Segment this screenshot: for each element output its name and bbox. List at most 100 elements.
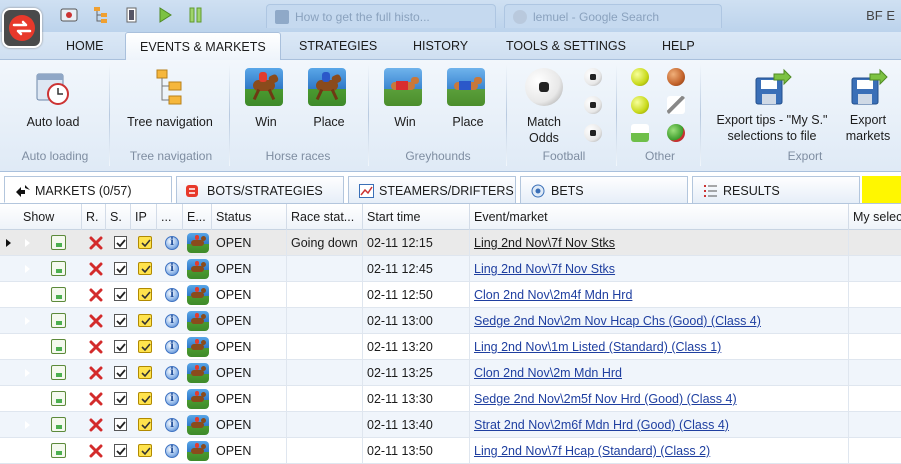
remove-x-icon[interactable] (89, 392, 103, 406)
tree-icon[interactable] (92, 6, 110, 24)
info-icon[interactable]: i (165, 418, 179, 432)
col-status[interactable]: Status (212, 204, 287, 230)
app-logo[interactable] (2, 8, 42, 48)
expand-arrow-icon[interactable] (24, 394, 30, 404)
table-row[interactable]: i OPEN 02-11 13:40 Strat 2nd Nov\2m6f Mdn H… (0, 412, 901, 438)
in-play-icon[interactable] (138, 288, 152, 301)
tree-navigation-button[interactable]: Tree navigation (122, 68, 218, 130)
dashboard-icon[interactable] (60, 6, 78, 24)
table-row[interactable]: i OPEN 02-11 13:50 Ling 2nd Nov\7f Hcap (St… (0, 438, 901, 464)
tab-tools-settings[interactable]: TOOLS & SETTINGS (506, 39, 626, 53)
tab-events-markets[interactable]: EVENTS & MARKETS (125, 32, 281, 61)
in-play-icon[interactable] (138, 236, 152, 249)
expand-arrow-icon[interactable] (24, 420, 30, 430)
table-row[interactable]: i OPEN 02-11 13:30 Sedge 2nd Nov\2m5f Nov H… (0, 386, 901, 412)
col-r[interactable]: R. (82, 204, 106, 230)
table-row[interactable]: i OPEN 02-11 13:20 Ling 2nd Nov\1m Listed (… (0, 334, 901, 360)
checkbox-checked-icon[interactable] (114, 262, 127, 275)
event-market-link[interactable]: Ling 2nd Nov\1m Listed (Standard) (Class… (470, 334, 849, 360)
col-my-selection[interactable]: My selec (849, 204, 901, 230)
football-small-icon[interactable] (584, 68, 602, 86)
expand-arrow-icon[interactable] (24, 446, 30, 456)
cricket-icon[interactable] (667, 96, 685, 114)
expand-arrow-icon[interactable] (24, 342, 30, 352)
remove-x-icon[interactable] (89, 288, 103, 302)
info-icon[interactable]: i (165, 366, 179, 380)
tennis-ball-icon[interactable] (631, 96, 649, 114)
event-market-link[interactable]: Ling 2nd Nov\7f Nov Stks (470, 230, 849, 256)
horse-win-button[interactable]: Win (245, 68, 287, 130)
horse-place-button[interactable]: Place (308, 68, 350, 130)
info-icon[interactable]: i (165, 392, 179, 406)
remove-x-icon[interactable] (89, 236, 103, 250)
col-info[interactable]: ... (157, 204, 183, 230)
event-market-link[interactable]: Clon 2nd Nov\2m Mdn Hrd (470, 360, 849, 386)
expand-arrow-icon[interactable] (24, 368, 30, 378)
table-row[interactable]: i OPEN 02-11 12:50 Clon 2nd Nov\2m4f Mdn Hr… (0, 282, 901, 308)
show-market-icon[interactable] (51, 443, 66, 458)
event-market-link[interactable]: Sedge 2nd Nov\2m Nov Hcap Chs (Good) (Cl… (470, 308, 849, 334)
other-sport-icon[interactable] (667, 124, 685, 142)
checkbox-checked-icon[interactable] (114, 314, 127, 327)
info-icon[interactable]: i (165, 262, 179, 276)
in-play-icon[interactable] (138, 314, 152, 327)
football-small-icon[interactable] (584, 96, 602, 114)
tab-steamers-drifters[interactable]: STEAMERS/DRIFTERS (348, 176, 516, 203)
checkbox-checked-icon[interactable] (114, 444, 127, 457)
tab-bots-strategies[interactable]: BOTS/STRATEGIES (176, 176, 344, 203)
remove-x-icon[interactable] (89, 444, 103, 458)
expand-arrow-icon[interactable] (24, 316, 30, 326)
in-play-icon[interactable] (138, 366, 152, 379)
info-icon[interactable]: i (165, 236, 179, 250)
pause-icon[interactable] (187, 6, 205, 24)
browser-tab-2[interactable]: lemuel - Google Search (504, 4, 722, 28)
col-show[interactable]: Show (18, 204, 82, 230)
tab-strategies[interactable]: STRATEGIES (299, 39, 377, 53)
show-market-icon[interactable] (51, 391, 66, 406)
tab-results[interactable]: RESULTS (692, 176, 860, 203)
tab-bets[interactable]: BETS (520, 176, 688, 203)
golf-icon[interactable] (631, 124, 649, 142)
remove-x-icon[interactable] (89, 262, 103, 276)
event-market-link[interactable]: Strat 2nd Nov\2m6f Mdn Hrd (Good) (Class… (470, 412, 849, 438)
remove-x-icon[interactable] (89, 418, 103, 432)
greyhound-win-button[interactable]: Win (384, 68, 426, 130)
checkbox-checked-icon[interactable] (114, 418, 127, 431)
event-market-link[interactable]: Ling 2nd Nov\7f Nov Stks (470, 256, 849, 282)
col-event-type[interactable]: E... (183, 204, 212, 230)
expand-arrow-icon[interactable] (24, 290, 30, 300)
show-market-icon[interactable] (51, 287, 66, 302)
show-market-icon[interactable] (51, 339, 66, 354)
show-market-icon[interactable] (51, 261, 66, 276)
stop-icon[interactable] (123, 6, 141, 24)
info-icon[interactable]: i (165, 314, 179, 328)
show-market-icon[interactable] (51, 365, 66, 380)
col-ip[interactable]: IP (131, 204, 157, 230)
info-icon[interactable]: i (165, 444, 179, 458)
col-race-status[interactable]: Race stat... (287, 204, 363, 230)
info-icon[interactable]: i (165, 288, 179, 302)
tennis-ball-icon[interactable] (631, 68, 649, 86)
table-row[interactable]: i OPEN 02-11 13:00 Sedge 2nd Nov\2m Nov Hca… (0, 308, 901, 334)
event-market-link[interactable]: Ling 2nd Nov\7f Hcap (Standard) (Class 2… (470, 438, 849, 464)
greyhound-place-button[interactable]: Place (447, 68, 489, 130)
match-odds-button[interactable]: Match Odds (520, 68, 568, 146)
checkbox-checked-icon[interactable] (114, 366, 127, 379)
col-s[interactable]: S. (106, 204, 131, 230)
expand-arrow-icon[interactable] (24, 238, 30, 248)
tab-history[interactable]: HISTORY (413, 39, 468, 53)
col-event-market[interactable]: Event/market (470, 204, 849, 230)
event-market-link[interactable]: Clon 2nd Nov\2m4f Mdn Hrd (470, 282, 849, 308)
in-play-icon[interactable] (138, 262, 152, 275)
in-play-icon[interactable] (138, 444, 152, 457)
table-row[interactable]: i OPEN Going down 02-11 12:15 Ling 2nd Nov\7… (0, 230, 901, 256)
table-row[interactable]: i OPEN 02-11 12:45 Ling 2nd Nov\7f Nov Stks (0, 256, 901, 282)
checkbox-checked-icon[interactable] (114, 288, 127, 301)
tab-home[interactable]: HOME (66, 39, 104, 53)
export-tips-button[interactable]: Export tips - "My S." selections to file (708, 68, 836, 144)
checkbox-checked-icon[interactable] (114, 340, 127, 353)
show-market-icon[interactable] (51, 313, 66, 328)
remove-x-icon[interactable] (89, 366, 103, 380)
checkbox-checked-icon[interactable] (114, 236, 127, 249)
info-icon[interactable]: i (165, 340, 179, 354)
